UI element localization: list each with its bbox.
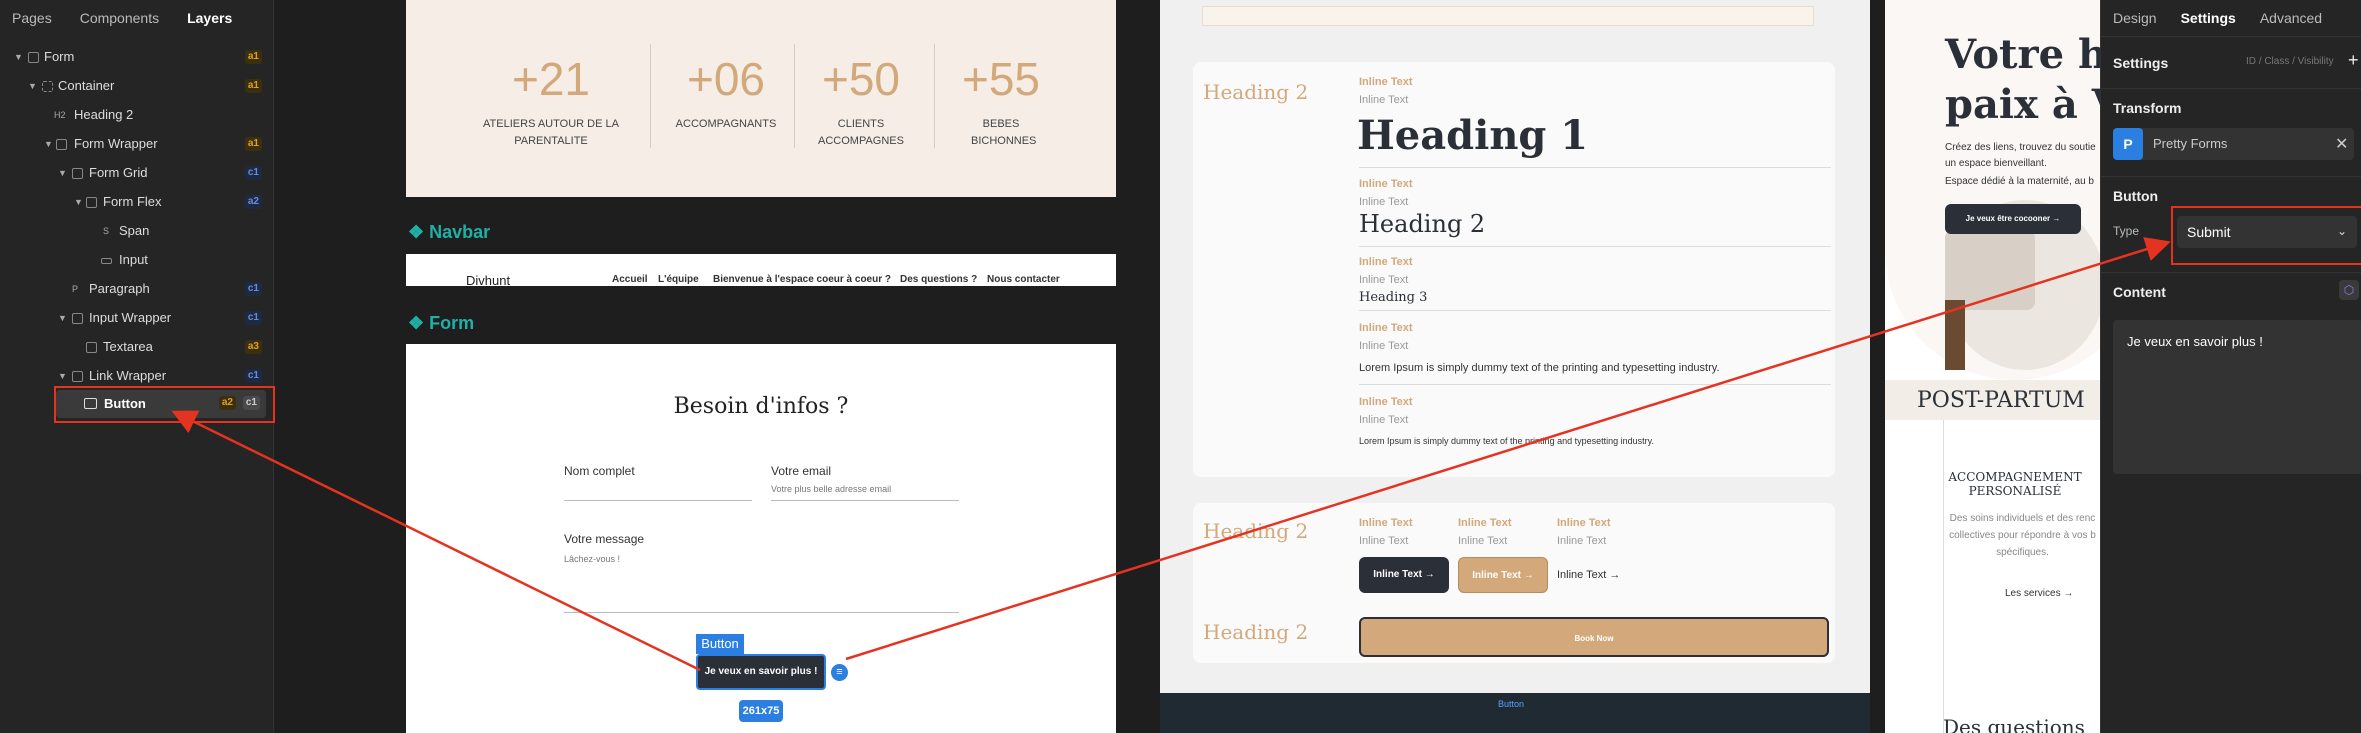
annotation-arrows bbox=[171, 237, 2171, 672]
arrow-to-layer bbox=[171, 410, 701, 672]
arrow-to-settings bbox=[845, 237, 2171, 661]
